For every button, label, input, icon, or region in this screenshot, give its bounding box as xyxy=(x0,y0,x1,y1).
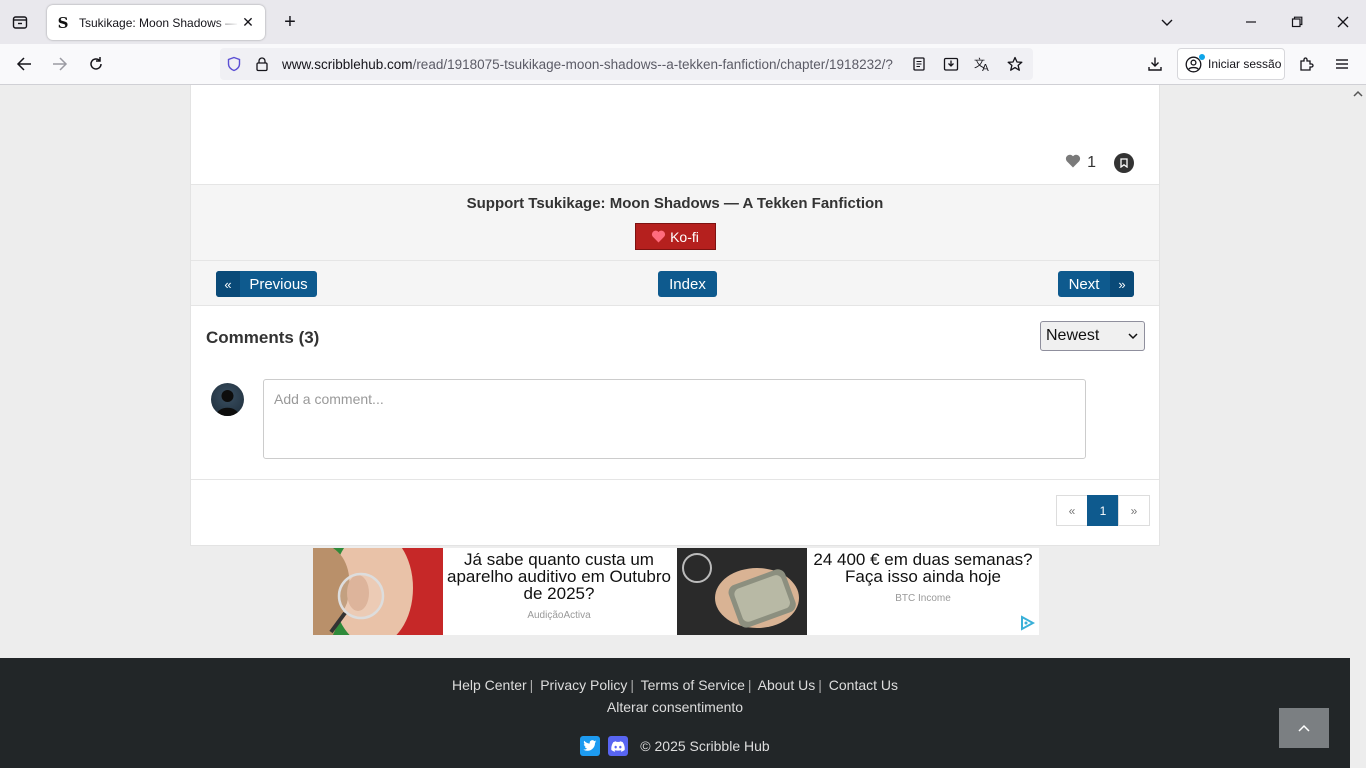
comments-sort-select[interactable]: Newest xyxy=(1040,321,1145,351)
chapter-navigation: « Previous Index Next » xyxy=(191,261,1159,306)
next-label: Next xyxy=(1068,275,1100,293)
active-tab[interactable]: S Tsukikage: Moon Shadows — A Tekken Fan… xyxy=(47,5,265,40)
consent-link[interactable]: Alterar consentimento xyxy=(0,699,1350,715)
svg-text:A: A xyxy=(982,63,989,72)
scroll-up-arrow-icon[interactable] xyxy=(1352,87,1364,99)
footer-link-privacy-policy[interactable]: Privacy Policy xyxy=(540,677,627,693)
close-tab-icon[interactable]: ✕ xyxy=(239,14,257,32)
twitter-icon[interactable] xyxy=(580,736,601,756)
close-window-icon[interactable] xyxy=(1329,8,1357,36)
lock-icon[interactable] xyxy=(248,50,276,78)
double-chevron-right-icon: » xyxy=(1110,271,1134,297)
sign-in-button[interactable]: Iniciar sessão xyxy=(1177,48,1285,80)
sort-selected-value: Newest xyxy=(1046,327,1100,344)
ad-text: Já sabe quanto custa um aparelho auditiv… xyxy=(443,548,675,635)
footer-link-contact-us[interactable]: Contact Us xyxy=(829,677,898,693)
ad-image-hearing-aid xyxy=(313,548,443,635)
page-scrollbar[interactable] xyxy=(1350,85,1366,768)
page-viewport: 1 Support Tsukikage: Moon Shadows — A Te… xyxy=(0,85,1350,768)
comments-title: Comments (3) xyxy=(206,328,320,347)
kofi-button[interactable]: Ko-fi xyxy=(634,223,716,250)
previous-chapter-button[interactable]: « Previous xyxy=(216,271,317,297)
ad-source: BTC Income xyxy=(895,593,951,604)
footer-link-about-us[interactable]: About Us xyxy=(758,677,816,693)
url-text: www.scribblehub.com/read/1918075-tsukika… xyxy=(282,56,893,72)
heart-like-icon[interactable] xyxy=(1065,154,1081,173)
support-title: Support Tsukikage: Moon Shadows — A Tekk… xyxy=(466,195,884,212)
menu-hamburger-icon[interactable] xyxy=(1328,50,1356,78)
pager-next-button[interactable]: » xyxy=(1118,495,1150,526)
bookmark-icon[interactable] xyxy=(1114,153,1134,173)
chevron-down-icon xyxy=(1128,333,1138,340)
ad-text: 24 400 € em duas semanas? Faça isso aind… xyxy=(807,548,1039,635)
scribblehub-favicon-icon: S xyxy=(57,13,69,32)
kofi-label: Ko-fi xyxy=(670,228,699,245)
comment-input[interactable]: Add a comment... xyxy=(263,379,1086,459)
ad-headline: Já sabe quanto custa um aparelho auditiv… xyxy=(447,550,671,603)
reload-icon[interactable] xyxy=(82,50,110,78)
footer-link-terms-of-service[interactable]: Terms of Service xyxy=(641,677,745,693)
comments-pagination: « 1 » xyxy=(1056,495,1150,526)
sign-in-label: Iniciar sessão xyxy=(1208,57,1282,71)
discord-icon[interactable] xyxy=(608,736,629,756)
restore-icon[interactable] xyxy=(1283,8,1311,36)
like-count: 1 xyxy=(1087,154,1096,171)
ad-btc-income[interactable]: 24 400 € em duas semanas? Faça isso aind… xyxy=(677,548,1039,635)
double-chevron-left-icon: « xyxy=(216,271,240,297)
footer-bottom: © 2025 Scribble Hub xyxy=(0,736,1350,756)
index-button[interactable]: Index xyxy=(658,271,717,297)
footer: Help Center | Privacy Policy | Terms of Se… xyxy=(0,658,1350,768)
scroll-to-top-button[interactable] xyxy=(1279,708,1329,748)
ad-strip: Já sabe quanto custa um aparelho auditiv… xyxy=(313,548,1039,635)
tab-title: Tsukikage: Moon Shadows — A Tekken Fanfi… xyxy=(79,15,239,30)
forward-arrow-icon[interactable] xyxy=(46,50,74,78)
ad-hearing-aid[interactable]: Já sabe quanto custa um aparelho auditiv… xyxy=(313,548,675,635)
tab-bar: S Tsukikage: Moon Shadows — A Tekken Fan… xyxy=(0,0,1366,44)
chevron-up-icon xyxy=(1298,724,1310,732)
footer-links: Help Center | Privacy Policy | Terms of Se… xyxy=(451,677,899,693)
nav-bar: www.scribblehub.com/read/1918075-tsukika… xyxy=(0,44,1366,85)
downloads-icon[interactable] xyxy=(1141,50,1169,78)
adchoices-icon[interactable] xyxy=(1019,615,1035,631)
copyright: © 2025 Scribble Hub xyxy=(640,738,770,754)
new-tab-plus-icon[interactable]: + xyxy=(278,10,302,34)
url-bar[interactable]: www.scribblehub.com/read/1918075-tsukika… xyxy=(220,48,1033,80)
reader-view-icon[interactable] xyxy=(905,50,933,78)
ad-headline: 24 400 € em duas semanas? Faça isso aind… xyxy=(813,550,1033,586)
ad-source: AudiçãoActiva xyxy=(527,610,591,621)
previous-label: Previous xyxy=(249,275,308,293)
pager-page-1[interactable]: 1 xyxy=(1087,495,1119,526)
chapter-card: 1 Support Tsukikage: Moon Shadows — A Te… xyxy=(190,85,1160,546)
notification-dot xyxy=(1199,54,1205,60)
footer-link-help-center[interactable]: Help Center xyxy=(452,677,527,693)
chevron-down-icon[interactable] xyxy=(1153,8,1181,36)
tab-list-icon[interactable] xyxy=(8,10,32,34)
tracking-shield-icon[interactable] xyxy=(220,50,248,78)
minimize-icon[interactable] xyxy=(1237,8,1265,36)
bookmark-star-icon[interactable] xyxy=(1001,50,1029,78)
next-chapter-button[interactable]: Next » xyxy=(1058,271,1134,297)
heart-icon xyxy=(652,230,666,243)
extensions-icon[interactable] xyxy=(1292,50,1320,78)
divider xyxy=(191,479,1159,480)
save-to-pocket-icon[interactable] xyxy=(937,50,965,78)
pager-prev-button[interactable]: « xyxy=(1056,495,1088,526)
avatar xyxy=(211,383,244,416)
support-section: Support Tsukikage: Moon Shadows — A Tekk… xyxy=(191,184,1159,261)
ad-image-money xyxy=(677,548,807,635)
chapter-reactions: 1 xyxy=(1065,153,1134,173)
back-arrow-icon[interactable] xyxy=(10,50,38,78)
translate-icon[interactable]: 文A xyxy=(969,50,997,78)
